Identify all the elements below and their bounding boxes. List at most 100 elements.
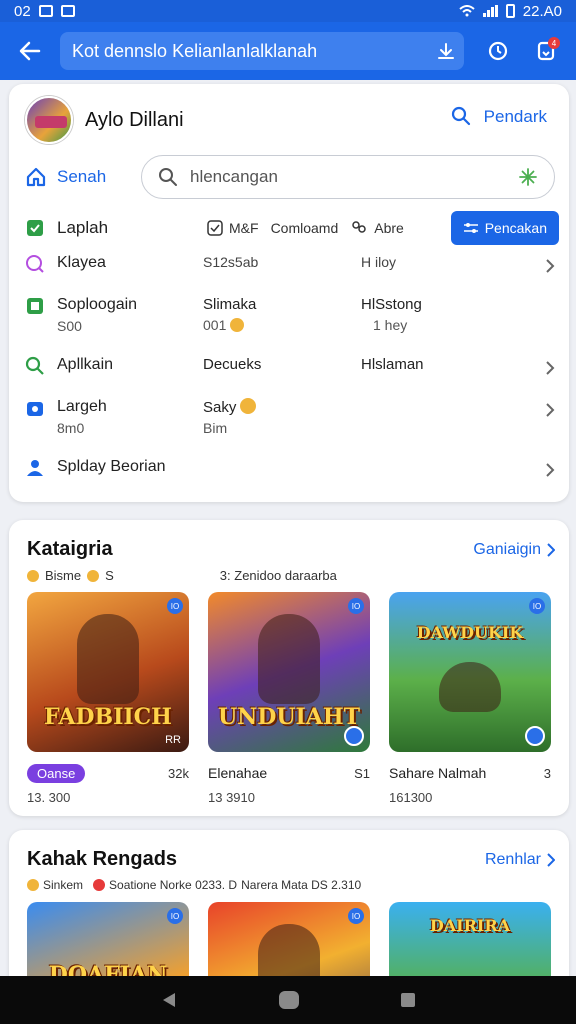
search-placeholder: hlencangan [190,167,278,186]
row-extra: H iloy [361,254,397,270]
game-thumbnail[interactable]: IO UNDUIAHT [208,592,370,752]
row-title: Apllkain [57,356,114,373]
chip-abre-label: Abre [374,220,404,236]
list-item[interactable]: Klayea S12s5ab H iloy [25,254,555,296]
game-sub: 13. 300 [27,790,71,805]
status-left-text: 02 [14,2,31,20]
profile-header[interactable]: Aylo Dillani [25,96,184,144]
search-button[interactable] [451,106,471,131]
tile-corner-text: RR [165,734,181,746]
row-value-sub: Bim [203,420,228,436]
filter-laplah[interactable]: Laplah [25,218,201,238]
search-icon [451,106,471,126]
status-time: 22.A0 [522,2,562,20]
game-tag[interactable]: Oanse [27,763,86,783]
list-item[interactable]: Largeh 8m0 Saky Bim [25,398,555,458]
row-extra-sub: 1 hey [373,317,408,333]
list-item[interactable]: Splday Beorian [25,458,555,498]
sparkle-icon[interactable] [518,167,538,187]
row-extra: HlSstong [361,296,422,313]
notification-badge: 4 [548,37,560,49]
info-list: Klayea S12s5ab H iloy Soploogain S00 Slim… [25,254,555,498]
row-title: Soploogain [57,296,138,313]
chevron-right-icon [546,259,555,273]
meta-c: Narera Mata DS 2.310 [241,878,362,892]
game-card[interactable]: IO UNDUIAHT Elenahae S1 13 3910 [208,592,370,805]
list-item[interactable]: Soploogain S00 Slimaka 001 HlSstong 1 hey [25,296,555,356]
row-subtitle: 8m0 [57,420,85,436]
chip-mf-label: M&F [229,220,259,236]
game-count: S1 [354,765,370,781]
category-section: Kataigria Ganiaigin Bisme S 3: Zenidoo d… [9,520,569,816]
meta-b: S [105,568,114,583]
section-see-all[interactable]: Ganiaigin [473,541,555,559]
game-tag: Elenahae [208,765,268,781]
photo-icon [38,5,53,17]
section-title: Kataigria [27,538,113,560]
row-value: Decueks [203,356,262,373]
corner-badge: IO [348,908,364,924]
chevron-right-icon [546,361,555,375]
game-count: 32k [168,765,189,781]
chip-pencakan[interactable]: Pencakan [450,211,559,245]
list-item[interactable]: Apllkain Decueks Hlslaman [25,356,555,398]
image-icon [60,5,75,17]
game-carousel: IO FADBIICH RR Oanse 32k 13. 300 IO UNDUI… [27,592,551,805]
nav-back-icon[interactable] [160,991,178,1009]
signal-icon [482,5,498,17]
coin-icon [230,318,245,332]
row-value: Slimaka [203,296,257,313]
home-link[interactable]: Senah [25,166,135,188]
row-title: Splday Beorian [57,458,166,475]
chevron-right-icon [546,403,555,417]
app-bar: Kot dennslo Kelianlanlalklanah 4 [0,22,576,80]
section-see-all[interactable]: Renhlar [485,851,555,869]
character-art [77,614,139,704]
flag-icon [27,220,43,236]
nav-home-icon[interactable] [278,990,300,1010]
game-sub: 13 3910 [208,790,255,805]
section-title: Kahak Rengads [27,848,178,870]
meta-a: Sinkem [43,878,84,892]
account-card: Aylo Dillani Pendark Senah hlencangan La… [9,84,569,502]
row-extra: Hlslaman [361,356,424,373]
profile-link[interactable]: Pendark [484,107,547,127]
nav-recents-icon[interactable] [400,992,416,1008]
pin-icon [93,879,106,891]
row-value-sub: 001 [203,317,227,333]
row-value: Saky [203,399,237,416]
home-icon [26,167,46,187]
corner-badge: IO [167,908,183,924]
game-thumbnail[interactable]: IO FADBIICH RR [27,592,189,752]
corner-badge: IO [529,598,545,614]
notifications-button[interactable]: 4 [526,31,566,71]
game-card[interactable]: IO DAWDUKIK Sahare Nalmah 3 161300 [389,592,551,805]
system-nav-bar [0,976,576,1024]
chat-icon [26,255,44,273]
avatar[interactable] [25,96,73,144]
row-title: Largeh [57,398,107,415]
chip-mf[interactable]: M&F [201,211,265,245]
download-icon[interactable] [436,41,456,61]
camera-icon [27,402,43,416]
home-label: Senah [57,167,107,186]
game-sub: 161300 [389,790,433,805]
section-meta: Bisme S 3: Zenidoo daraarba [27,568,337,583]
crown-icon [87,569,100,582]
back-arrow-icon [19,41,41,61]
address-bar[interactable]: Kot dennslo Kelianlanlalklanah [60,32,464,70]
game-thumbnail[interactable]: IO DAWDUKIK [389,592,551,752]
chevron-right-icon [546,463,555,477]
search-input[interactable]: hlencangan [141,155,555,199]
timer-button[interactable] [478,31,518,71]
chevron-right-icon [547,852,555,867]
game-card[interactable]: IO FADBIICH RR Oanse 32k 13. 300 [27,592,189,805]
battery-icon [505,4,515,18]
chip-abre[interactable]: Abre [344,211,410,245]
status-bar: 02 22.A0 [0,0,576,22]
chip-comloamd[interactable]: Comloamd [265,211,345,245]
see-all-label: Ganiaigin [473,540,541,558]
back-button[interactable] [10,31,50,71]
home-row: Senah hlencangan [25,154,555,200]
row-subtitle: S00 [57,318,82,334]
